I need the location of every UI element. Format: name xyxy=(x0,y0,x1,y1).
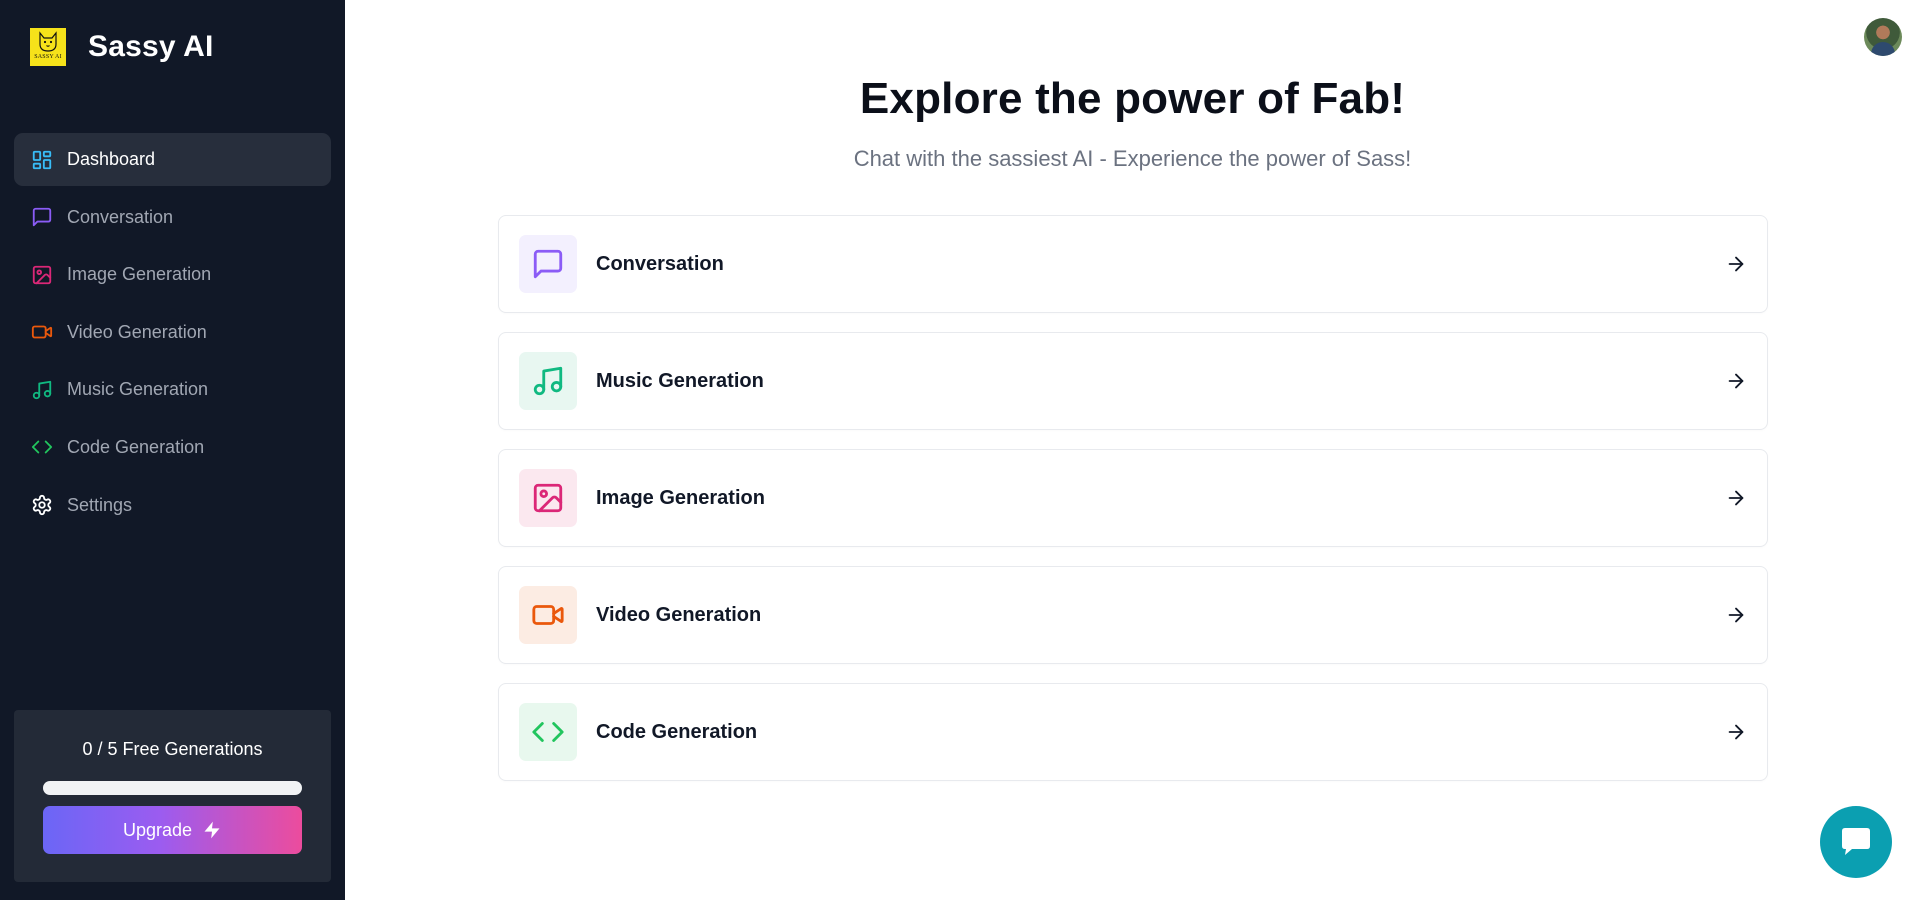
free-generations-card: 0 / 5 Free Generations Upgrade xyxy=(14,710,331,882)
settings-icon xyxy=(30,493,54,517)
code-icon xyxy=(30,435,54,459)
message-square-icon xyxy=(519,235,577,293)
zap-icon xyxy=(202,820,222,840)
video-icon xyxy=(519,586,577,644)
sidebar-item-conversation[interactable]: Conversation xyxy=(14,191,331,244)
upgrade-button[interactable]: Upgrade xyxy=(43,806,302,854)
tool-card-code-generation[interactable]: Code Generation xyxy=(498,683,1768,781)
arrow-right-icon xyxy=(1725,487,1747,509)
sidebar-item-code-generation[interactable]: Code Generation xyxy=(14,421,331,474)
sidebar-item-music-generation[interactable]: Music Generation xyxy=(14,363,331,416)
cat-face-icon xyxy=(39,31,57,52)
arrow-right-icon xyxy=(1725,253,1747,275)
music-icon xyxy=(30,378,54,402)
sidebar-item-label: Video Generation xyxy=(67,321,207,342)
sidebar-nav: Dashboard Conversation Image Generation xyxy=(14,133,331,536)
free-generations-counter: 0 / 5 Free Generations xyxy=(82,739,263,759)
sidebar-item-video-generation[interactable]: Video Generation xyxy=(14,306,331,359)
sidebar-item-settings[interactable]: Settings xyxy=(14,479,331,532)
tool-label: Image Generation xyxy=(596,486,765,509)
video-icon xyxy=(30,320,54,344)
sidebar-item-label: Image Generation xyxy=(67,264,212,285)
page-heading: Explore the power of Fab! Chat with the … xyxy=(345,74,1920,172)
brand-name: Sassy AI xyxy=(88,30,214,63)
user-avatar[interactable] xyxy=(1864,18,1902,56)
logo-text: SASSY AI xyxy=(34,54,62,60)
support-chat-button[interactable] xyxy=(1820,806,1892,878)
brand[interactable]: SASSY AI Sassy AI xyxy=(30,28,214,66)
tool-card-music-generation[interactable]: Music Generation xyxy=(498,332,1768,430)
tools-list: Conversation Music Generation Image Gene… xyxy=(498,215,1768,800)
app-root: SASSY AI Sassy AI Dashboard Conversation… xyxy=(0,0,1920,900)
upgrade-label: Upgrade xyxy=(122,819,193,840)
arrow-right-icon xyxy=(1725,370,1747,392)
tool-card-image-generation[interactable]: Image Generation xyxy=(498,449,1768,547)
arrow-right-icon xyxy=(1725,604,1747,626)
tool-card-video-generation[interactable]: Video Generation xyxy=(498,566,1768,664)
page-subtitle: Chat with the sassiest AI - Experience t… xyxy=(853,146,1412,171)
tool-label: Conversation xyxy=(596,252,724,275)
sidebar-item-label: Code Generation xyxy=(67,436,205,457)
chat-bubble-icon xyxy=(1838,825,1874,859)
image-icon xyxy=(519,469,577,527)
sidebar: SASSY AI Sassy AI Dashboard Conversation… xyxy=(0,0,345,900)
image-icon xyxy=(30,263,54,287)
tool-label: Video Generation xyxy=(596,603,762,626)
sidebar-item-label: Dashboard xyxy=(67,149,156,169)
tool-label: Code Generation xyxy=(596,720,758,743)
arrow-right-icon xyxy=(1725,721,1747,743)
tool-card-conversation[interactable]: Conversation xyxy=(498,215,1768,313)
sidebar-item-image-generation[interactable]: Image Generation xyxy=(14,248,331,301)
sassy-ai-logo: SASSY AI xyxy=(30,28,66,66)
avatar-figure xyxy=(1871,42,1895,56)
message-square-icon xyxy=(30,205,54,229)
music-icon xyxy=(519,352,577,410)
page-title: Explore the power of Fab! xyxy=(859,74,1406,123)
sidebar-item-label: Conversation xyxy=(67,206,174,227)
tool-label: Music Generation xyxy=(596,369,764,392)
sidebar-item-dashboard[interactable]: Dashboard xyxy=(14,133,331,186)
free-generations-progress xyxy=(43,781,302,795)
layout-dashboard-icon xyxy=(30,148,54,172)
sidebar-item-label: Music Generation xyxy=(67,379,209,400)
sidebar-item-label: Settings xyxy=(67,494,133,515)
code-icon xyxy=(519,703,577,761)
